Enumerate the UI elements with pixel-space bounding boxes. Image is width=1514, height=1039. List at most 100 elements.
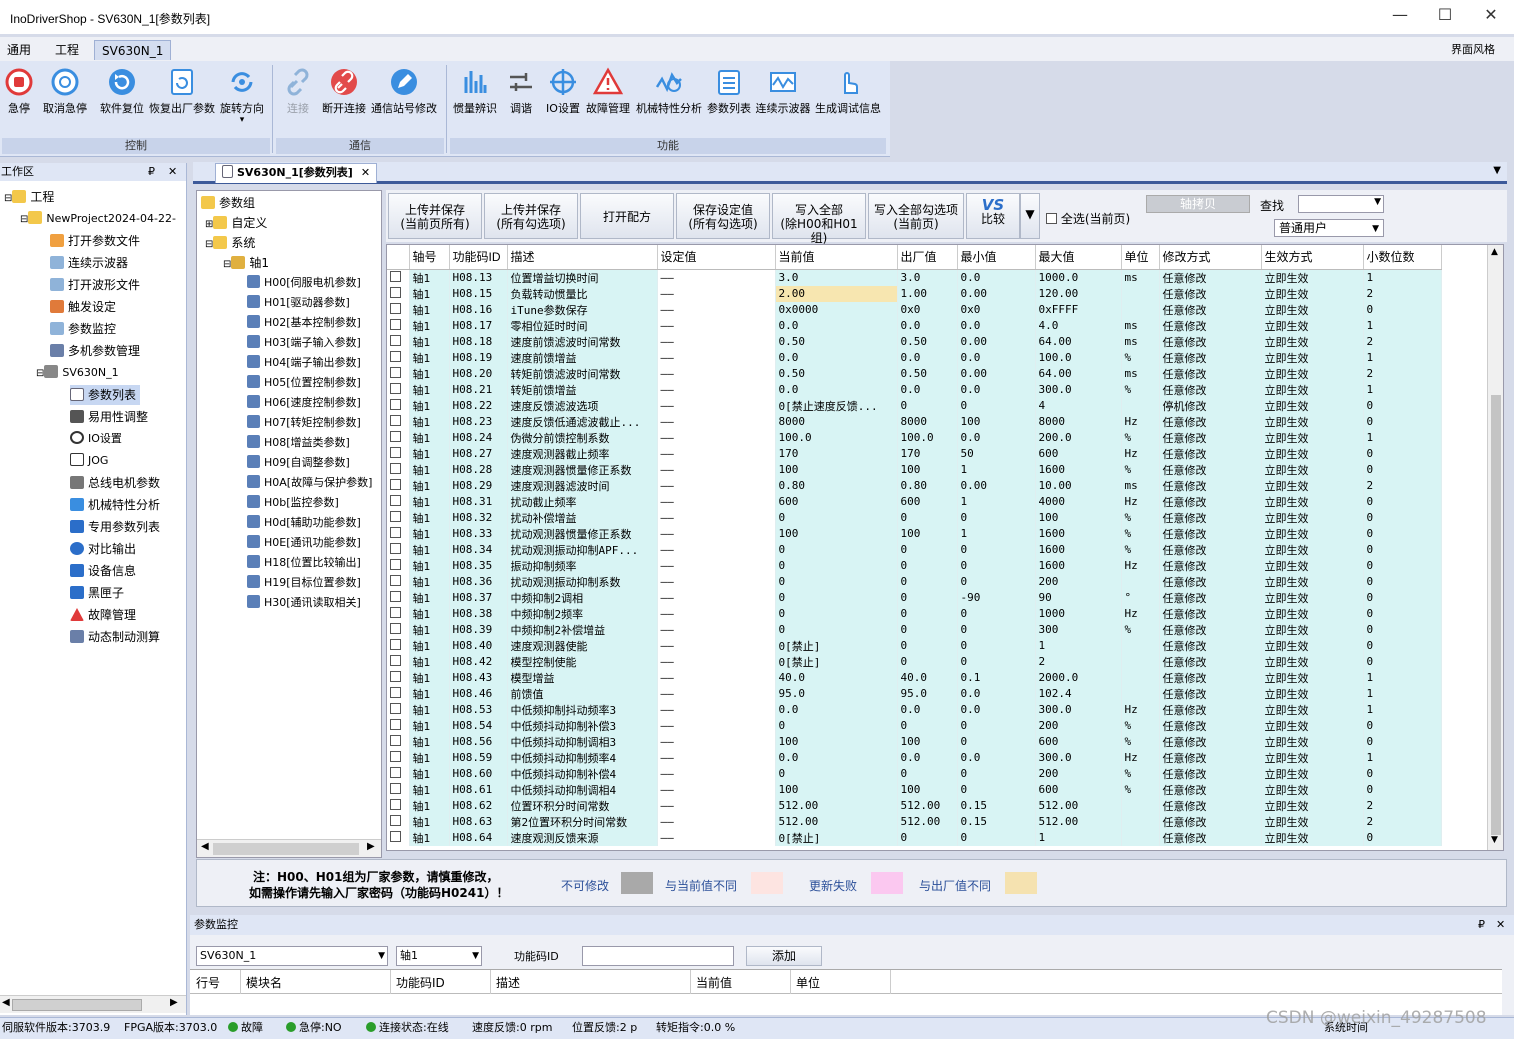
column-header[interactable]: 小数位数 <box>1363 245 1442 270</box>
tree-param-group-item[interactable]: H0b[监控参数] <box>247 493 339 513</box>
row-checkbox-cell[interactable] <box>387 493 410 510</box>
table-cell[interactable]: 0.0 <box>775 349 898 366</box>
table-cell[interactable]: 0[禁止] <box>775 653 898 670</box>
table-cell[interactable]: 0 <box>775 589 898 606</box>
tree-axis1[interactable]: ⊟ 轴1 <box>223 253 269 273</box>
scroll-up-icon[interactable]: ▲ <box>1491 247 1498 257</box>
row-checkbox[interactable] <box>390 639 401 650</box>
tree-bus-motor[interactable]: 总线电机参数 <box>70 473 160 493</box>
monitor-device-select[interactable]: SV630N_1 ▼ <box>196 946 388 966</box>
column-header[interactable]: 描述 <box>507 245 658 270</box>
tree-newproject[interactable]: ⊟ NewProject2024-04-22- <box>20 209 176 229</box>
row-checkbox[interactable] <box>390 591 401 602</box>
row-checkbox[interactable] <box>390 559 401 570</box>
tree-param-group-item[interactable]: H07[转矩控制参数] <box>247 413 361 433</box>
row-checkbox[interactable] <box>390 607 401 618</box>
row-checkbox[interactable] <box>390 767 401 778</box>
row-checkbox-cell[interactable] <box>387 573 410 590</box>
close-panel-icon[interactable]: ✕ <box>168 163 177 181</box>
table-row[interactable]: 轴1 H08.39 中频抑制2补偿增益 —— 0 0 0 300% 任意修改 立即生效 0 <box>387 621 1442 638</box>
tuning-button[interactable]: 调谐 <box>506 65 536 116</box>
row-checkbox[interactable] <box>390 671 401 682</box>
table-row[interactable]: 轴1 H08.59 中低频抖动抑制频率4 —— 0.0 0.0 0.0 300.0 Hz 任意修改… <box>387 749 1442 766</box>
table-cell[interactable]: 600 <box>775 493 898 510</box>
table-cell[interactable]: 0 <box>775 605 898 622</box>
tree-param-group-item[interactable]: H04[端子输出参数] <box>247 353 361 373</box>
row-checkbox[interactable] <box>390 271 401 282</box>
scroll-down-icon[interactable]: ▼ <box>1491 835 1498 845</box>
mech-analysis-button[interactable]: 机械特性分析 <box>634 65 704 116</box>
column-header[interactable]: 当前值 <box>775 245 898 270</box>
table-cell[interactable]: 40.0 <box>775 669 898 686</box>
table-row[interactable]: 轴1 H08.54 中低频抖动抑制补偿3 —— 0 0 0 200% 任意修改 立即生效 0 <box>387 717 1442 734</box>
row-checkbox-cell[interactable] <box>387 317 410 334</box>
chevron-down-icon[interactable]: ▼ <box>1372 221 1379 237</box>
rotation-direction-button[interactable]: 旋转方向 ▾ <box>218 65 266 125</box>
row-checkbox-cell[interactable] <box>387 445 410 462</box>
table-cell[interactable]: 512.00 <box>775 797 898 814</box>
connect-button[interactable]: 连接 <box>280 65 316 116</box>
tree-open-param-file[interactable]: 打开参数文件 <box>50 231 140 251</box>
checkbox-box[interactable] <box>1046 213 1057 224</box>
tab-dropdown-icon[interactable]: ▼ <box>1493 165 1501 176</box>
table-cell[interactable]: 0.80 <box>775 477 898 494</box>
row-checkbox-cell[interactable] <box>387 397 410 414</box>
table-cell[interactable]: 0.0 <box>775 317 898 334</box>
table-cell[interactable]: 0[禁止] <box>775 829 898 846</box>
tree-multi-param[interactable]: 多机参数管理 <box>50 341 140 361</box>
row-checkbox[interactable] <box>390 831 401 842</box>
tree-io[interactable]: IO设置 <box>70 429 122 449</box>
tree-mech-analysis[interactable]: 机械特性分析 <box>70 495 160 515</box>
table-row[interactable]: 轴1 H08.18 速度前馈滤波时间常数 —— 0.50 0.50 0.00 64.00 ms 任… <box>387 333 1442 350</box>
column-header[interactable]: 轴号 <box>409 245 450 270</box>
table-row[interactable]: 轴1 H08.46 前馈值 —— 95.0 95.0 0.0 102.4 任意修改 立即生效 1 <box>387 685 1442 702</box>
table-row[interactable]: 轴1 H08.64 速度观测反馈来源 —— 0[禁止] 0 0 1 任意修改 立即生效 0 <box>387 829 1442 846</box>
tree-param-group-item[interactable]: H18[位置比较输出] <box>247 553 361 573</box>
tree-param-group-item[interactable]: H19[目标位置参数] <box>247 573 361 593</box>
row-checkbox-cell[interactable] <box>387 557 410 574</box>
row-checkbox[interactable] <box>390 575 401 586</box>
tab-general[interactable]: 通用 <box>0 40 38 60</box>
table-cell[interactable]: 100 <box>775 525 898 542</box>
tab-sv630n[interactable]: SV630N_1 <box>94 40 172 60</box>
tree-param-group[interactable]: 参数组 <box>201 193 255 213</box>
tree-param-group-item[interactable]: H00[伺服电机参数] <box>247 273 361 293</box>
column-header[interactable]: 最大值 <box>1035 245 1122 270</box>
row-checkbox[interactable] <box>390 735 401 746</box>
oscilloscope-button[interactable]: 连续示波器 <box>754 65 812 116</box>
scroll-right-icon[interactable]: ▶ <box>170 997 178 1008</box>
tree-usability[interactable]: 易用性调整 <box>70 407 148 427</box>
table-row[interactable]: 轴1 H08.38 中频抑制2频率 —— 0 0 0 1000 Hz 任意修改 立即生效 0 <box>387 605 1442 622</box>
row-checkbox-cell[interactable] <box>387 525 410 542</box>
fault-management-button[interactable]: 故障管理 <box>584 65 632 116</box>
table-cell[interactable]: 0.50 <box>775 333 898 350</box>
row-checkbox[interactable] <box>390 527 401 538</box>
row-checkbox[interactable] <box>390 399 401 410</box>
table-cell[interactable]: 0[禁止] <box>775 637 898 654</box>
table-cell[interactable]: 0 <box>775 621 898 638</box>
row-checkbox-cell[interactable] <box>387 365 410 382</box>
table-row[interactable]: 轴1 H08.27 速度观测器截止频率 —— 170 170 50 600 Hz 任意修改 立即生效… <box>387 445 1442 462</box>
table-cell[interactable]: 100 <box>775 781 898 798</box>
row-checkbox[interactable] <box>390 335 401 346</box>
tree-param-list[interactable]: 参数列表 <box>70 385 141 405</box>
tree-device[interactable]: ⊟ SV630N_1 <box>36 363 119 383</box>
column-header[interactable]: 单位 <box>1121 245 1160 270</box>
table-cell[interactable]: 100 <box>775 733 898 750</box>
row-checkbox[interactable] <box>390 783 401 794</box>
table-cell[interactable]: 0 <box>775 765 898 782</box>
tree-param-group-item[interactable]: H08[增益类参数] <box>247 433 350 453</box>
row-checkbox[interactable] <box>390 367 401 378</box>
tree-dynamic-brake[interactable]: 动态制动测算 <box>70 627 160 647</box>
tab-project[interactable]: 工程 <box>48 40 86 60</box>
tree-param-group-item[interactable]: H01[驱动器参数] <box>247 293 350 313</box>
table-row[interactable]: 轴1 H08.56 中低频抖动抑制调相3 —— 100 100 0 600% 任意修改 立即生效 0 <box>387 733 1442 750</box>
table-cell[interactable]: 0 <box>775 509 898 526</box>
row-checkbox-cell[interactable] <box>387 381 410 398</box>
select-all-checkbox[interactable]: 全选(当前页) <box>1046 210 1130 227</box>
table-row[interactable]: 轴1 H08.17 零相位延时时间 —— 0.0 0.0 0.0 4.0 ms 任意修改 立即生效 1 <box>387 317 1442 334</box>
close-tab-icon[interactable]: ✕ <box>361 166 370 179</box>
row-checkbox-cell[interactable] <box>387 701 410 718</box>
table-cell[interactable]: 8000 <box>775 413 898 430</box>
row-checkbox-cell[interactable] <box>387 717 410 734</box>
